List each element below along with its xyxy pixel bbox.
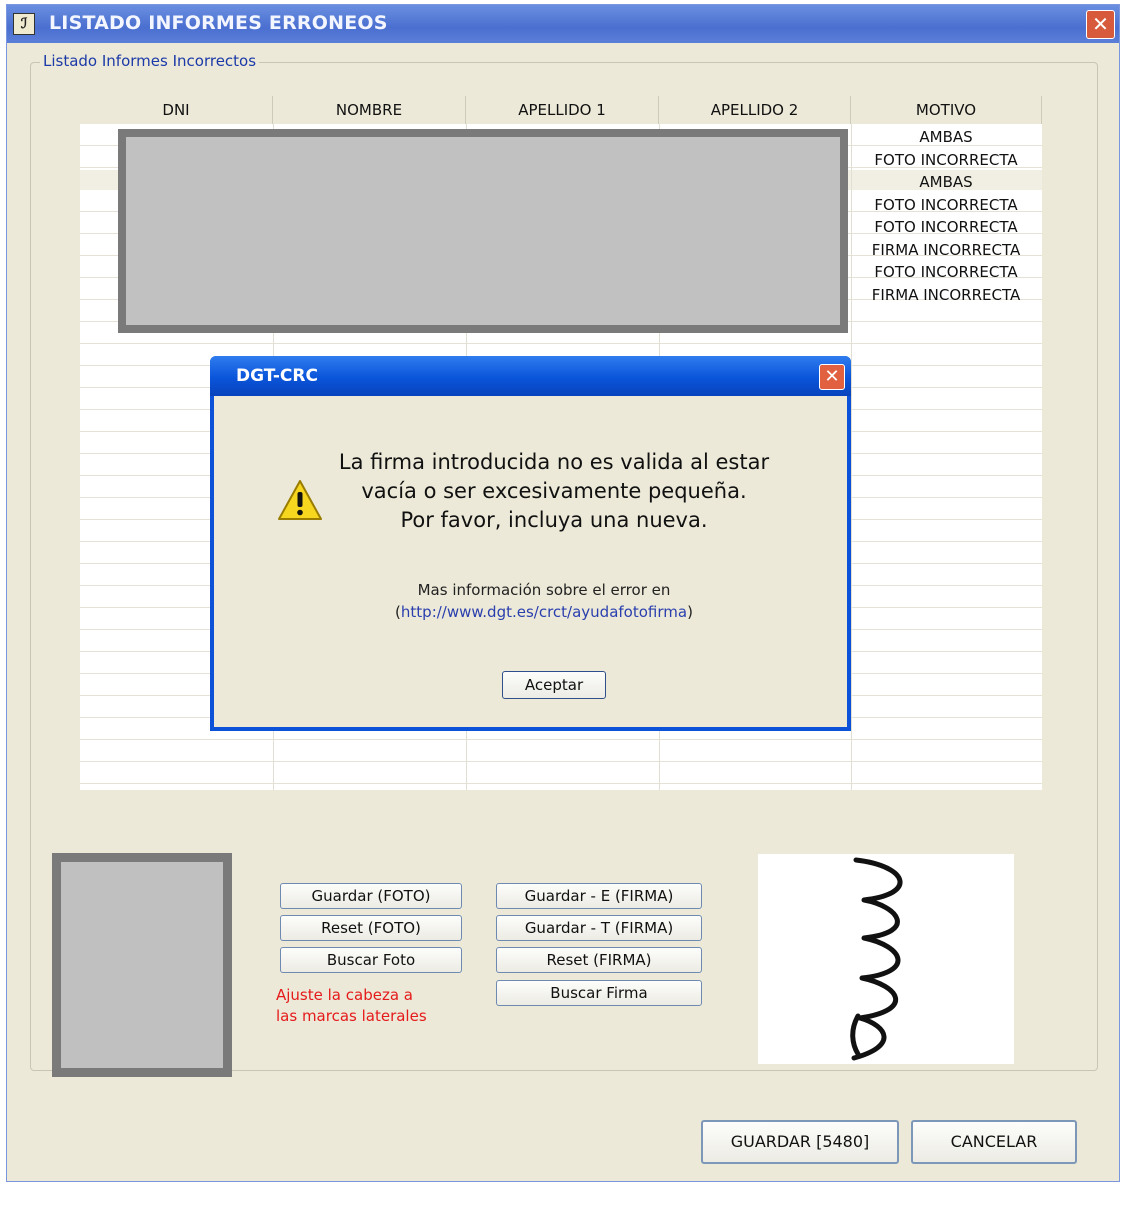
photo-hint-line1: Ajuste la cabeza a [276, 986, 413, 1004]
table-cell-motivo[interactable]: FIRMA INCORRECTA [850, 286, 1042, 304]
dialog-body: La firma introducida no es valida al est… [214, 396, 847, 727]
dialog-message: La firma introducida no es valida al est… [324, 448, 784, 535]
redacted-area [118, 129, 848, 333]
column-header-apellido1[interactable]: APELLIDO 1 [466, 96, 659, 124]
more-info: Mas información sobre el error en (http:… [324, 579, 764, 623]
dialog-close-icon[interactable]: ✕ [819, 364, 845, 390]
help-link-wrapper: (http://www.dgt.es/crct/ayudafotofirma) [324, 601, 764, 623]
signature-image [850, 857, 903, 1061]
save-photo-button[interactable]: Guardar (FOTO) [280, 883, 462, 909]
table-cell-motivo[interactable]: FOTO INCORRECTA [850, 196, 1042, 214]
dialog-title-bar[interactable]: DGT-CRC ✕ [210, 356, 851, 396]
app-icon: ℐ [13, 13, 35, 35]
column-header-apellido2[interactable]: APELLIDO 2 [659, 96, 851, 124]
accept-button[interactable]: Aceptar [502, 671, 606, 699]
photo-hint-line2: las marcas laterales [276, 1007, 427, 1025]
dialog-message-line1: La firma introducida no es valida al est… [338, 450, 770, 474]
table-cell-motivo[interactable]: FOTO INCORRECTA [850, 218, 1042, 236]
error-dialog: DGT-CRC ✕ La firma introducida no es val… [210, 356, 851, 731]
warning-icon [276, 478, 324, 522]
dialog-message-line2: vacía o ser excesivamente pequeña. [361, 479, 747, 503]
column-header-dni[interactable]: DNI [80, 96, 273, 124]
table-cell-motivo[interactable]: AMBAS [850, 128, 1042, 146]
signature-preview [758, 854, 1014, 1064]
save-t-signature-button[interactable]: Guardar - T (FIRMA) [496, 915, 702, 941]
group-label: Listado Informes Incorrectos [40, 52, 260, 70]
cancel-button[interactable]: CANCELAR [911, 1120, 1077, 1164]
title-bar[interactable]: ℐ LISTADO INFORMES ERRONEOS ✕ [7, 5, 1119, 43]
column-header-motivo[interactable]: MOTIVO [851, 96, 1042, 124]
window-title: LISTADO INFORMES ERRONEOS [49, 12, 388, 34]
dialog-message-line3: Por favor, incluya una nueva. [400, 508, 708, 532]
table-cell-motivo[interactable]: FOTO INCORRECTA [850, 151, 1042, 169]
reset-signature-button[interactable]: Reset (FIRMA) [496, 947, 702, 973]
table-cell-motivo[interactable]: FIRMA INCORRECTA [850, 241, 1042, 259]
reset-photo-button[interactable]: Reset (FOTO) [280, 915, 462, 941]
save-button[interactable]: GUARDAR [5480] [701, 1120, 899, 1164]
link-close-paren: ) [687, 603, 693, 621]
save-e-signature-button[interactable]: Guardar - E (FIRMA) [496, 883, 702, 909]
photo-preview [52, 853, 232, 1077]
column-header-nombre[interactable]: NOMBRE [273, 96, 466, 124]
search-signature-button[interactable]: Buscar Firma [496, 980, 702, 1006]
table-cell-motivo[interactable]: AMBAS [850, 173, 1042, 191]
photo-hint: Ajuste la cabeza a las marcas laterales [276, 985, 427, 1027]
search-photo-button[interactable]: Buscar Foto [280, 947, 462, 973]
help-link[interactable]: http://www.dgt.es/crct/ayudafotofirma [401, 603, 687, 621]
more-info-text: Mas información sobre el error en [417, 581, 671, 599]
dialog-title: DGT-CRC [236, 366, 318, 386]
table-header: DNI NOMBRE APELLIDO 1 APELLIDO 2 MOTIVO [80, 96, 1042, 124]
close-icon[interactable]: ✕ [1086, 10, 1115, 39]
table-cell-motivo[interactable]: FOTO INCORRECTA [850, 263, 1042, 281]
